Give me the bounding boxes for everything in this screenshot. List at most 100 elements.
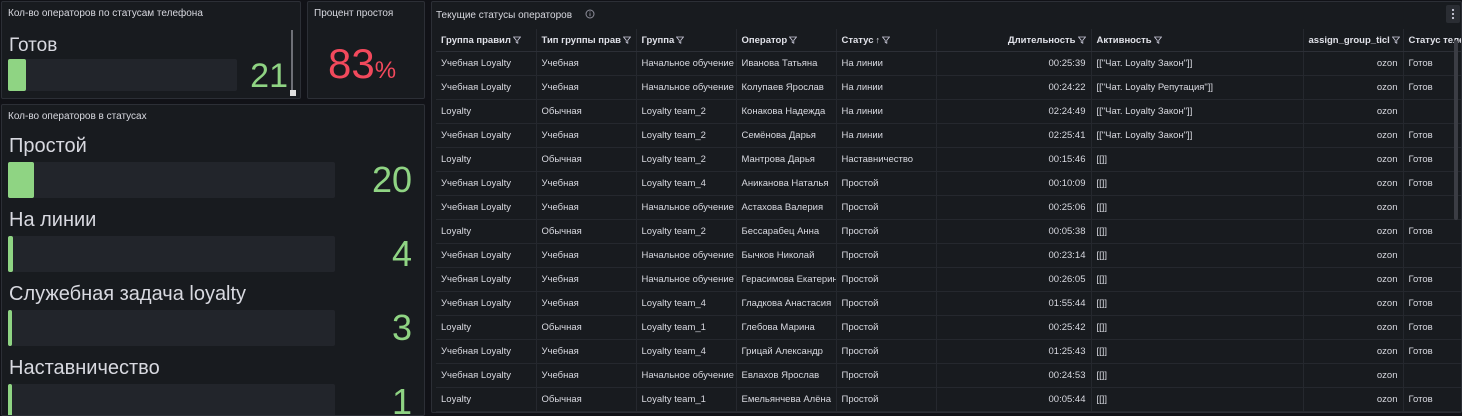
filter-icon[interactable] (1390, 35, 1400, 46)
table-cell: На линии (836, 100, 936, 124)
filter-icon[interactable] (787, 35, 797, 46)
table-row[interactable]: Учебная LoyaltyУчебнаяLoyalty team_2Семё… (436, 124, 1462, 148)
filter-icon[interactable] (511, 35, 521, 46)
table-cell: [[]] (1091, 364, 1303, 388)
table-cell: Loyalty team_4 (636, 172, 736, 196)
table-cell: ozon (1303, 268, 1403, 292)
status-bar-value: 1 (392, 381, 412, 416)
table-row[interactable]: Учебная LoyaltyУчебнаяНачальное обучение… (436, 268, 1462, 292)
table-row[interactable]: Учебная LoyaltyУчебнаяНачальное обучение… (436, 196, 1462, 220)
table-cell: Начальное обучение (636, 52, 736, 76)
table-cell: Обычная (536, 100, 636, 124)
filter-icon[interactable] (1076, 35, 1086, 46)
table-row[interactable]: Учебная LoyaltyУчебнаяLoyalty team_4Гриц… (436, 340, 1462, 364)
column-header[interactable]: Длительность (936, 29, 1091, 52)
table-cell: 02:25:41 (936, 124, 1091, 148)
status-bar-gauge (8, 310, 335, 346)
status-bar-label: Простой (9, 135, 87, 158)
table-cell: 00:15:46 (936, 148, 1091, 172)
status-bar-fill (8, 162, 34, 198)
column-header[interactable]: Группа правил (436, 29, 536, 52)
table-row[interactable]: Учебная LoyaltyУчебнаяНачальное обучение… (436, 52, 1462, 76)
table-header-row: Группа правил Тип группы прав ГруппаОперат… (436, 29, 1462, 52)
table-panel-title-text: Текущие статусы операторов (436, 10, 572, 21)
status-bar-gauge (8, 162, 335, 198)
table-cell: Учебная (536, 340, 636, 364)
table-cell: Простой (836, 364, 936, 388)
table-cell: Гладкова Анастасия (736, 292, 836, 316)
filter-icon[interactable] (1152, 35, 1162, 46)
status-bar-label: Наставничество (9, 357, 160, 380)
status-bar-value: 3 (392, 307, 412, 349)
table-cell: Учебная Loyalty (436, 124, 536, 148)
table-row[interactable]: Учебная LoyaltyУчебнаяНачальное обучение… (436, 76, 1462, 100)
vertical-scrollbar[interactable] (1454, 40, 1458, 220)
table-cell: 00:05:44 (936, 388, 1091, 412)
filter-icon[interactable] (621, 35, 631, 46)
column-header[interactable]: Тип группы прав (536, 29, 636, 52)
column-header-label: assign_group_ticl (1309, 35, 1390, 46)
resize-handle-icon[interactable] (290, 90, 296, 96)
column-header-label: Тип группы прав (542, 35, 621, 46)
column-header[interactable]: Оператор (736, 29, 836, 52)
table-cell: Учебная (536, 76, 636, 100)
table-cell: Учебная (536, 244, 636, 268)
phone-status-panel-title: Кол-во операторов по статусам телефона (8, 8, 203, 19)
column-header[interactable]: Статус↑ (836, 29, 936, 52)
scrollbar[interactable] (291, 30, 293, 92)
table-cell: ozon (1303, 172, 1403, 196)
table-cell: Простой (836, 292, 936, 316)
table-row[interactable]: Учебная LoyaltyУчебнаяLoyalty team_4Аник… (436, 172, 1462, 196)
table-cell: Готов (1403, 340, 1462, 364)
table-cell: Готов (1403, 388, 1462, 412)
table-cell: Начальное обучение (636, 364, 736, 388)
table-cell: [[]] (1091, 220, 1303, 244)
table-cell: Грицай Александр (736, 340, 836, 364)
operators-status-panel: Кол-во операторов в статусах Простой20На… (1, 104, 425, 416)
table-cell: Учебная Loyalty (436, 268, 536, 292)
table-cell: Учебная Loyalty (436, 340, 536, 364)
status-bar-fill (8, 236, 13, 272)
table-row[interactable]: LoyaltyОбычнаяLoyalty team_2Конакова Над… (436, 100, 1462, 124)
table-row[interactable]: Учебная LoyaltyУчебнаяНачальное обучение… (436, 244, 1462, 268)
table-cell: 00:24:22 (936, 76, 1091, 100)
table-cell (1403, 364, 1462, 388)
table-cell: Емельянчева Алёна (736, 388, 836, 412)
status-bar-label: На линии (9, 209, 96, 232)
bar-value: 21 (250, 57, 288, 96)
table-cell: Loyalty (436, 388, 536, 412)
table-body: Учебная LoyaltyУчебнаяНачальное обучение… (436, 52, 1462, 412)
table-cell: Loyalty team_4 (636, 292, 736, 316)
table-cell: ozon (1303, 196, 1403, 220)
kebab-menu-icon[interactable] (1446, 5, 1460, 23)
table-cell: [[]] (1091, 388, 1303, 412)
table-scroll-area[interactable]: Группа правил Тип группы прав ГруппаОперат… (436, 29, 1462, 413)
bar-gauge (8, 59, 237, 91)
table-row[interactable]: LoyaltyОбычнаяLoyalty team_2Бессарабец А… (436, 220, 1462, 244)
table-cell: ozon (1303, 124, 1403, 148)
table-cell: [[]] (1091, 316, 1303, 340)
table-cell: Простой (836, 196, 936, 220)
table-cell: Учебная (536, 292, 636, 316)
table-cell: Loyalty (436, 220, 536, 244)
table-row[interactable]: LoyaltyОбычнаяLoyalty team_2Мантрова Дар… (436, 148, 1462, 172)
status-bar-value: 4 (392, 233, 412, 275)
table-row[interactable]: LoyaltyОбычнаяLoyalty team_1Глебова Мари… (436, 316, 1462, 340)
table-cell: ozon (1303, 100, 1403, 124)
filter-icon[interactable] (674, 35, 684, 46)
table-cell: Начальное обучение (636, 196, 736, 220)
info-circle-icon[interactable] (585, 9, 595, 22)
table-cell: Готов (1403, 316, 1462, 340)
table-cell: Глебова Марина (736, 316, 836, 340)
filter-icon[interactable] (880, 35, 890, 46)
column-header[interactable]: assign_group_ticl (1303, 29, 1403, 52)
table-cell: Начальное обучение (636, 244, 736, 268)
column-header[interactable]: Группа (636, 29, 736, 52)
table-cell: Loyalty team_1 (636, 388, 736, 412)
table-row[interactable]: Учебная LoyaltyУчебнаяНачальное обучение… (436, 364, 1462, 388)
table-panel-title: Текущие статусы операторов (436, 9, 595, 22)
table-row[interactable]: LoyaltyОбычнаяLoyalty team_1Емельянчева … (436, 388, 1462, 412)
column-header[interactable]: Активность (1091, 29, 1303, 52)
table-row[interactable]: Учебная LoyaltyУчебнаяLoyalty team_4Глад… (436, 292, 1462, 316)
column-header-label: Статус (842, 35, 874, 46)
